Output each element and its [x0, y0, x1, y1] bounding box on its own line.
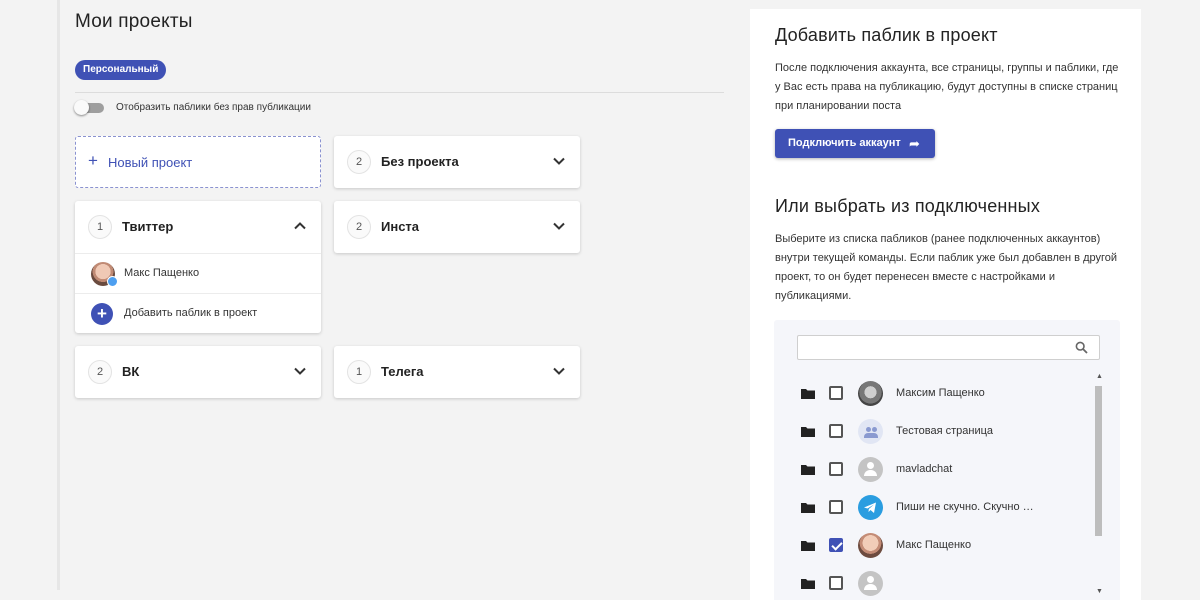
select-checkbox[interactable] — [829, 424, 843, 438]
list-item[interactable]: Тестовая страница — [774, 413, 1094, 451]
project-card-insta: 2 Инста — [334, 201, 580, 253]
list-item[interactable]: Максим Пащенко — [774, 375, 1094, 413]
divider — [75, 92, 724, 93]
project-card-no-project: 2 Без проекта — [334, 136, 580, 188]
group-icon — [858, 419, 883, 444]
folder-icon[interactable] — [801, 540, 815, 551]
select-checkbox[interactable] — [829, 462, 843, 476]
project-card-header[interactable]: 1 Телега — [334, 346, 580, 398]
project-public-row[interactable]: Макс Пащенко — [75, 253, 321, 293]
connect-account-label: Подключить аккаунт — [788, 137, 901, 149]
plus-icon: + — [88, 151, 98, 170]
project-count-badge: 1 — [88, 215, 112, 239]
public-name: Максим Пащенко — [896, 387, 985, 399]
folder-icon[interactable] — [801, 426, 815, 437]
telegram-icon — [858, 495, 883, 520]
project-name: Твиттер — [122, 219, 174, 234]
choose-connected-description: Выберите из списка пабликов (ранее подкл… — [775, 233, 1118, 302]
team-chip[interactable]: Персональный — [75, 60, 167, 80]
select-checkbox[interactable] — [829, 500, 843, 514]
add-public-label: Добавить паблик в проект — [124, 307, 258, 319]
project-name: Инста — [381, 219, 420, 234]
arrow-right-icon: ➦ — [909, 136, 920, 151]
avatar — [858, 381, 883, 406]
scrollbar[interactable]: ▲ ▼ — [1094, 373, 1103, 596]
page-title: Мои проекты — [75, 11, 193, 32]
connect-account-button[interactable]: Подключить аккаунт ➦ — [775, 129, 935, 158]
project-count-badge: 2 — [347, 150, 371, 174]
folder-icon[interactable] — [801, 578, 815, 589]
select-checkbox-checked[interactable] — [829, 538, 843, 552]
project-count-badge: 2 — [347, 215, 371, 239]
toggle-label: Отобразить паблики без прав публикации — [116, 102, 311, 113]
left-border — [57, 0, 60, 590]
add-circle-icon: + — [91, 303, 113, 325]
public-name: Макс Пащенко — [124, 267, 200, 279]
person-icon — [858, 571, 883, 596]
add-public-panel: Добавить паблик в проект После подключен… — [750, 9, 1141, 600]
add-public-title: Добавить паблик в проект — [775, 25, 998, 45]
public-name: Пиши не скучно. Скучно … — [896, 501, 1034, 513]
project-name: ВК — [122, 364, 140, 379]
project-card-telega: 1 Телега — [334, 346, 580, 398]
new-project-button[interactable]: + Новый проект — [75, 136, 321, 188]
list-item[interactable] — [774, 565, 1094, 600]
add-public-description: После подключения аккаунта, все страницы… — [775, 62, 1119, 112]
project-card-vk: 2 ВК — [75, 346, 321, 398]
select-checkbox[interactable] — [829, 576, 843, 590]
chevron-down-icon[interactable] — [552, 219, 566, 233]
public-name: Тестовая страница — [896, 425, 994, 437]
scroll-up-icon[interactable]: ▲ — [1096, 373, 1103, 380]
project-card-header[interactable]: 2 Без проекта — [334, 136, 580, 188]
connected-publics-list: ▲ ▼ Максим Пащенко Тестовая страница mav… — [774, 320, 1120, 600]
list-item[interactable]: Макс Пащенко — [774, 527, 1094, 565]
chevron-down-icon[interactable] — [552, 154, 566, 168]
chevron-up-icon[interactable] — [293, 219, 307, 233]
person-icon — [858, 457, 883, 482]
chevron-down-icon[interactable] — [293, 364, 307, 378]
select-checkbox[interactable] — [829, 386, 843, 400]
project-count-badge: 1 — [347, 360, 371, 384]
show-without-rights-toggle[interactable] — [74, 100, 104, 115]
choose-connected-title: Или выбрать из подключенных — [775, 196, 1041, 216]
project-count-badge: 2 — [88, 360, 112, 384]
public-name: Макс Пащенко — [896, 539, 972, 551]
list-item[interactable]: mavladchat — [774, 451, 1094, 489]
search-input[interactable] — [797, 335, 1100, 360]
new-project-label: Новый проект — [108, 155, 193, 170]
project-name: Телега — [381, 364, 424, 379]
folder-icon[interactable] — [801, 388, 815, 399]
folder-icon[interactable] — [801, 464, 815, 475]
project-card-header[interactable]: 2 Инста — [334, 201, 580, 253]
search-icon — [1075, 341, 1088, 359]
project-name: Без проекта — [381, 154, 459, 169]
add-public-to-project[interactable]: + Добавить паблик в проект — [75, 293, 321, 333]
toggle-knob — [74, 100, 89, 115]
folder-icon[interactable] — [801, 502, 815, 513]
project-card-header[interactable]: 2 ВК — [75, 346, 321, 398]
project-card-twitter: 1 Твиттер Макс Пащенко + Добавить паблик… — [75, 201, 321, 333]
scroll-down-icon[interactable]: ▼ — [1096, 588, 1103, 595]
avatar — [858, 533, 883, 558]
list-item[interactable]: Пиши не скучно. Скучно … — [774, 489, 1094, 527]
twitter-icon — [107, 276, 118, 287]
scrollbar-thumb[interactable] — [1095, 386, 1102, 536]
public-name: mavladchat — [896, 463, 953, 475]
chevron-down-icon[interactable] — [552, 364, 566, 378]
project-card-header[interactable]: 1 Твиттер — [75, 201, 321, 253]
